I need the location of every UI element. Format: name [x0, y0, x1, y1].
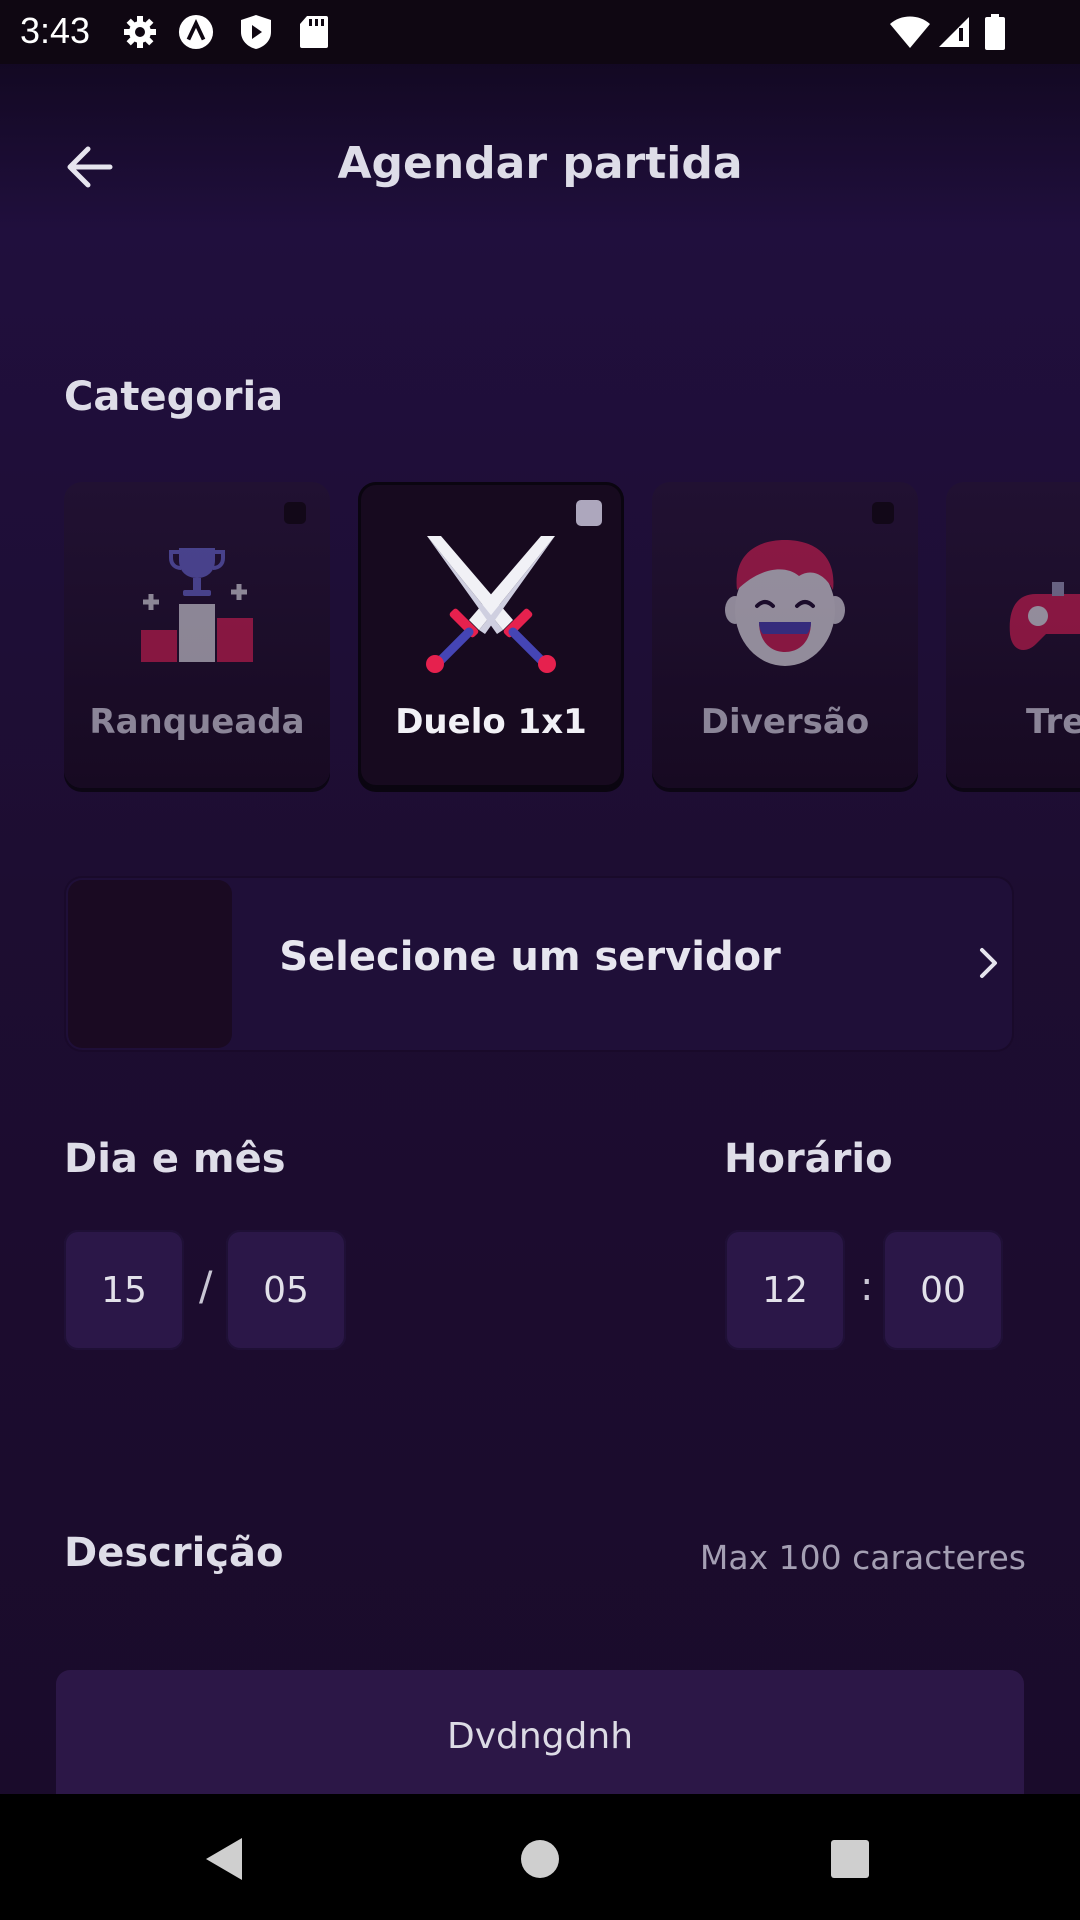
- home-circle-icon[interactable]: [505, 1824, 575, 1894]
- category-card-label: Duelo 1x1: [395, 702, 587, 742]
- category-card-label: Tre: [1026, 702, 1080, 742]
- day-input[interactable]: 15: [64, 1230, 184, 1350]
- category-checkbox[interactable]: [872, 502, 894, 524]
- category-checkbox[interactable]: [284, 502, 306, 524]
- status-bar: 3:43: [0, 0, 1080, 64]
- gamepad-icon: [1006, 534, 1080, 674]
- gear-icon: [122, 12, 158, 52]
- date-label: Dia e mês: [64, 1136, 286, 1182]
- page-title: Agendar partida: [337, 138, 743, 189]
- minute-input[interactable]: 00: [883, 1230, 1003, 1350]
- signal-icon: [936, 12, 972, 52]
- recents-square-icon[interactable]: [815, 1824, 885, 1894]
- date-separator: /: [199, 1264, 213, 1310]
- category-card-label: Diversão: [700, 702, 870, 742]
- time-label: Horário: [724, 1136, 893, 1182]
- server-thumbnail: [68, 880, 232, 1048]
- wifi-icon: [888, 12, 932, 52]
- category-label: Categoria: [64, 374, 284, 420]
- category-card-label: Ranqueada: [89, 702, 305, 742]
- description-limit: Max 100 caracteres: [699, 1538, 1026, 1577]
- category-card-diversao[interactable]: Diversão: [652, 482, 918, 788]
- description-label: Descrição: [64, 1530, 284, 1576]
- back-triangle-icon[interactable]: [190, 1824, 260, 1894]
- category-checkbox[interactable]: [576, 500, 602, 526]
- server-select-label: Selecione um servidor: [279, 934, 781, 980]
- a-circle-icon: [178, 12, 214, 52]
- server-select-button[interactable]: Selecione um servidor: [64, 876, 1014, 1052]
- podium-trophy-icon: [127, 534, 267, 674]
- hour-input[interactable]: 12: [725, 1230, 845, 1350]
- shield-play-icon: [238, 12, 274, 52]
- description-value: Dvdngdnh: [446, 1716, 634, 1757]
- category-carousel[interactable]: Ranqueada Duelo 1x1 Diversão Tre: [64, 482, 1080, 792]
- status-time: 3:43: [20, 10, 91, 51]
- time-separator: :: [860, 1264, 874, 1310]
- laughing-face-icon: [715, 534, 855, 674]
- crossed-swords-icon: [421, 534, 561, 674]
- month-input[interactable]: 05: [226, 1230, 346, 1350]
- chevron-right-icon: [964, 938, 1014, 988]
- category-card-treino[interactable]: Tre: [946, 482, 1080, 788]
- sd-card-icon: [296, 12, 332, 52]
- description-input[interactable]: Dvdngdnh: [56, 1670, 1024, 1794]
- navigation-bar: [0, 1794, 1080, 1920]
- category-card-ranqueada[interactable]: Ranqueada: [64, 482, 330, 788]
- category-card-duelo[interactable]: Duelo 1x1: [358, 482, 624, 788]
- battery-icon: [980, 12, 1010, 52]
